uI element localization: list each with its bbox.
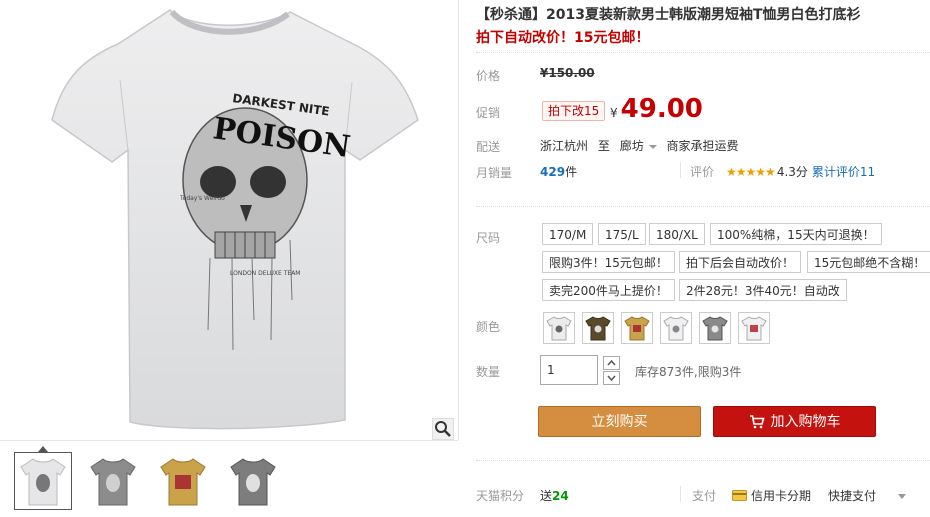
- product-title: 【秒杀通】2013夏装新款男士韩版潮男短袖T恤男白色打底衫: [476, 7, 861, 23]
- color-label: 颜色: [476, 320, 501, 334]
- ship-to-word: 至: [597, 139, 610, 153]
- product-subtitle: 拍下自动改价！15元包邮！: [476, 30, 650, 46]
- size-option-170m[interactable]: 170/M: [542, 223, 594, 245]
- chevron-down-icon: [607, 375, 616, 382]
- color-swatch-gray[interactable]: [699, 312, 731, 344]
- size-option-180xl[interactable]: 180/XL: [649, 223, 705, 245]
- divider: [476, 460, 930, 461]
- rating-score: 4.3分: [776, 165, 808, 179]
- color-swatch-brown[interactable]: [582, 312, 614, 344]
- chevron-down-icon[interactable]: [898, 494, 906, 499]
- stock-info: 库存873件,限购3件: [635, 365, 742, 379]
- quick-pay-label: 快捷支付: [828, 489, 877, 503]
- thumb-shirt-yellow: [160, 458, 206, 506]
- rating-stars-icon: ★★★★★: [726, 165, 776, 179]
- swatch-gray-shirt: [702, 316, 728, 341]
- points-value: 送24: [540, 487, 569, 504]
- quick-pay[interactable]: 快捷支付: [828, 487, 876, 504]
- svg-text:LONDON DELUXE TEAM: LONDON DELUXE TEAM: [230, 270, 300, 277]
- size-option-175l[interactable]: 175/L: [598, 223, 646, 245]
- monthly-sales-label: 月销量: [476, 166, 513, 180]
- credit-card-icon: [732, 490, 747, 501]
- size-option-note-6[interactable]: 2件28元！3件40元！自动改: [679, 279, 847, 301]
- quantity-decrease-button[interactable]: [603, 371, 620, 385]
- svg-text:Today's Weirdo: Today's Weirdo: [179, 195, 225, 202]
- quantity-increase-button[interactable]: [603, 356, 620, 370]
- promo-label: 促销: [476, 106, 501, 120]
- quantity-input[interactable]: 1: [540, 355, 598, 385]
- chevron-up-icon: [607, 359, 616, 366]
- color-swatch-white[interactable]: [543, 312, 575, 344]
- credit-label: 信用卡分期: [751, 489, 812, 503]
- divider-vertical: [680, 486, 681, 502]
- chevron-down-icon[interactable]: [648, 144, 657, 149]
- thumbnail-2[interactable]: [84, 452, 142, 510]
- thumbnail-3[interactable]: [154, 452, 212, 510]
- quantity-label: 数量: [476, 365, 501, 379]
- size-option-note-5[interactable]: 卖完200件马上提价！: [542, 279, 675, 301]
- review-count-link[interactable]: 累计评价11: [812, 165, 875, 179]
- size-label: 尺码: [476, 231, 501, 245]
- size-option-note-3[interactable]: 拍下后会自动改价！: [679, 251, 802, 273]
- cart-icon: [749, 415, 765, 429]
- divider: [476, 206, 930, 207]
- points-prefix: 送: [540, 489, 553, 503]
- shipping-info: 浙江杭州 至 廊坊 商家承担运费: [540, 137, 739, 154]
- size-option-note-1[interactable]: 100%纯棉，15天内可退换！: [710, 223, 882, 245]
- price-label: 价格: [476, 69, 501, 83]
- swatch-white-shirt: [546, 316, 572, 341]
- shipping-note: 商家承担运费: [666, 139, 739, 153]
- original-price: ¥150.00: [540, 66, 595, 80]
- promo-price-value: 49.00: [620, 94, 703, 124]
- points-number: 24: [552, 489, 569, 503]
- thumb-shirt-gray: [90, 458, 136, 506]
- color-swatch-white-graphic[interactable]: [738, 312, 770, 344]
- thumb-shirt-gray-2: [230, 458, 276, 506]
- color-swatch-yellow[interactable]: [621, 312, 653, 344]
- main-product-image[interactable]: DARKEST NITE POISON Today's Weirdo LONDO…: [0, 0, 459, 440]
- rating-label: 评价: [690, 165, 715, 179]
- yen-symbol: ¥: [610, 106, 618, 120]
- sales-unit: 件: [565, 165, 578, 179]
- divider: [476, 52, 930, 53]
- add-to-cart-button[interactable]: 加入购物车: [713, 406, 876, 437]
- shipping-label: 配送: [476, 140, 501, 154]
- credit-installment[interactable]: 信用卡分期: [732, 487, 811, 504]
- original-price-value: ¥150.00: [540, 66, 595, 80]
- ship-from: 浙江杭州: [540, 139, 589, 153]
- promo-badge: 拍下改15: [542, 101, 606, 121]
- divider-vertical: [680, 162, 681, 178]
- thumbnail-1[interactable]: [14, 452, 72, 510]
- ship-destination[interactable]: 廊坊: [620, 139, 644, 153]
- promo-price: ¥49.00: [610, 94, 703, 124]
- swatch-yellow-shirt: [624, 316, 650, 341]
- color-swatch-white-2[interactable]: [660, 312, 692, 344]
- payment-label: 支付: [692, 489, 717, 503]
- rating-block: 评价 ★★★★★ 4.3分 累计评价11: [690, 163, 875, 180]
- swatch-white-graphic-shirt: [741, 316, 767, 341]
- magnifier-icon: [435, 421, 451, 437]
- add-to-cart-label: 加入购物车: [770, 414, 841, 430]
- thumbnail-4[interactable]: [224, 452, 282, 510]
- monthly-sales: 429件: [540, 163, 577, 180]
- swatch-brown-shirt: [585, 316, 611, 341]
- points-label: 天猫积分: [476, 489, 525, 503]
- zoom-button[interactable]: [432, 418, 454, 440]
- sales-count: 429: [540, 165, 566, 179]
- size-option-note-2[interactable]: 限购3件！15元包邮！: [542, 251, 675, 273]
- thumb-shirt-white: [20, 458, 66, 506]
- tshirt-image: DARKEST NITE POISON Today's Weirdo LONDO…: [51, 9, 419, 430]
- swatch-white-shirt-2: [663, 316, 689, 341]
- size-option-note-4[interactable]: 15元包邮绝不含糊！: [807, 251, 930, 273]
- buy-now-button[interactable]: 立刻购买: [538, 406, 701, 437]
